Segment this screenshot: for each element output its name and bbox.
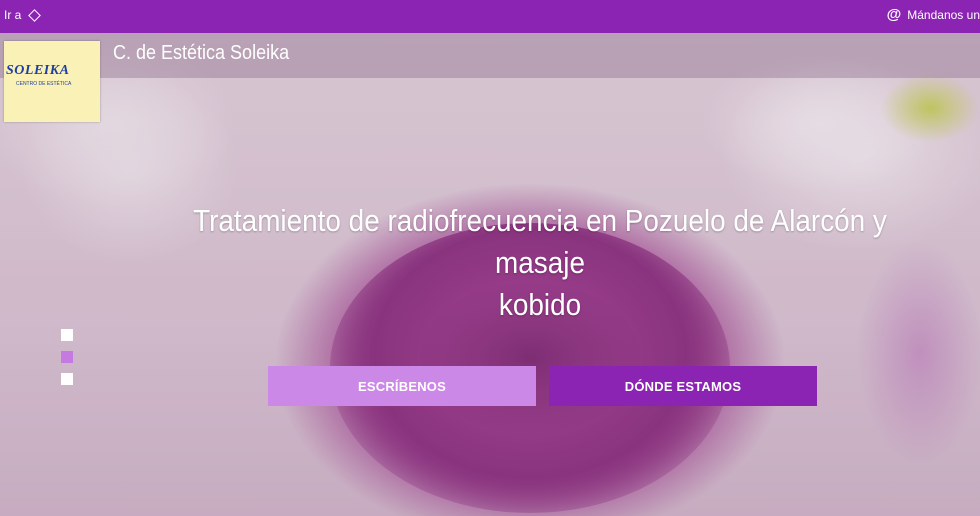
- top-bar: Ir a @ Mándanos un ma: [0, 0, 980, 33]
- mail-label: Mándanos un ma: [907, 8, 980, 22]
- site-title[interactable]: C. de Estética Soleika: [113, 42, 289, 65]
- headline-line-1: Tratamiento de radiofrecuencia en Pozuel…: [193, 203, 887, 280]
- slide-indicators: [61, 329, 73, 395]
- logo[interactable]: SOLEIKA CENTRO DE ESTÉTICA: [4, 41, 100, 122]
- headline-line-2: kobido: [498, 287, 582, 322]
- write-us-button[interactable]: ESCRÍBENOS: [268, 366, 536, 406]
- mail-link[interactable]: @ Mándanos un ma: [886, 6, 980, 23]
- diamond-icon: [28, 8, 42, 22]
- hero-headline: Tratamiento de radiofrecuencia en Pozuel…: [189, 200, 891, 326]
- slide-dot-2[interactable]: [61, 351, 73, 363]
- slide-dot-1[interactable]: [61, 329, 73, 341]
- slide-dot-3[interactable]: [61, 373, 73, 385]
- location-button[interactable]: DÓNDE ESTAMOS: [549, 366, 817, 406]
- goto-label: Ir a: [4, 8, 22, 22]
- logo-subtext: CENTRO DE ESTÉTICA: [16, 81, 72, 87]
- goto-menu[interactable]: Ir a: [4, 8, 42, 22]
- logo-text: SOLEIKA: [6, 63, 70, 78]
- at-icon: @: [886, 6, 902, 23]
